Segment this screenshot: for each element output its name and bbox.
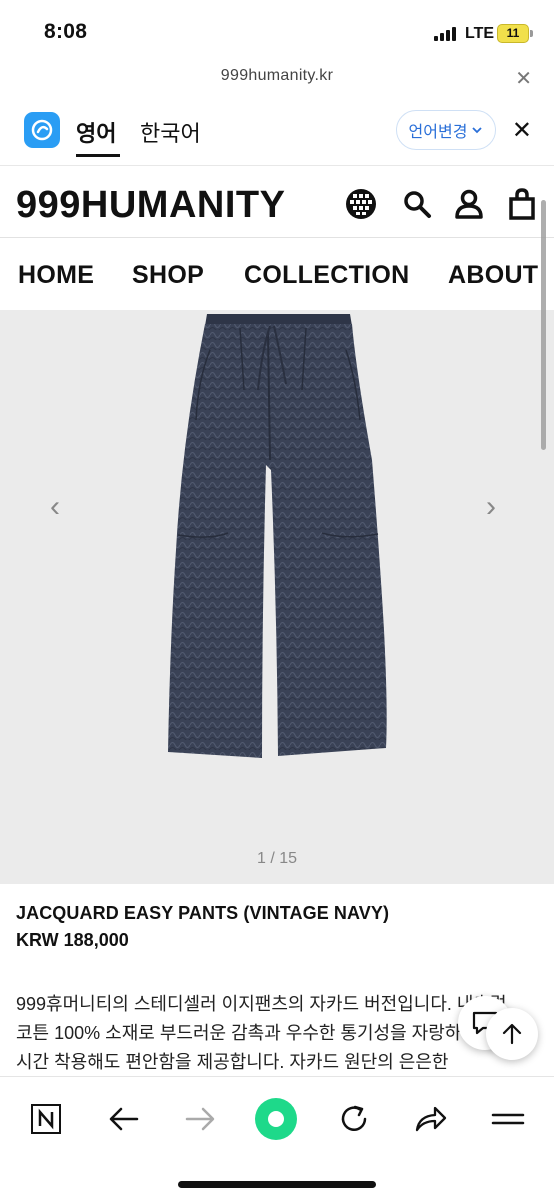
arrow-up-icon <box>502 1023 522 1045</box>
home-dot-icon[interactable] <box>254 1097 298 1141</box>
description-line: 코튼 100% 소재로 부드러운 감촉과 우수한 통기성을 자랑하여 장 <box>16 1023 500 1043</box>
change-language-button[interactable]: 언어변경 <box>396 110 496 150</box>
gallery-counter: 1 / 15 <box>256 850 298 867</box>
description-line: 시간 착용해도 편안함을 제공합니다. 자카드 원단의 은은한 <box>16 1052 449 1072</box>
naver-icon[interactable] <box>24 1097 68 1141</box>
product-name: JACQUARD EASY PANTS (VINTAGE NAVY) <box>16 903 390 923</box>
share-icon[interactable] <box>408 1097 452 1141</box>
site-header: 999HUMANITY <box>0 168 554 238</box>
scroll-top-button[interactable] <box>486 1008 538 1060</box>
globe-icon[interactable] <box>344 187 378 221</box>
nav-about[interactable]: ABOUT <box>448 261 538 290</box>
home-indicator <box>178 1181 376 1188</box>
url-bar[interactable]: 999humanity.kr ✕ <box>0 62 554 96</box>
nav-home[interactable]: HOME <box>18 261 94 290</box>
browser-toolbar <box>0 1076 554 1200</box>
signal-icon <box>434 27 458 41</box>
nav-shop[interactable]: SHOP <box>132 261 204 290</box>
active-tab-underline <box>76 154 120 157</box>
papago-logo-icon <box>24 112 60 148</box>
tab-english[interactable]: 영어 <box>76 116 116 148</box>
nav-collection[interactable]: COLLECTION <box>244 261 410 290</box>
tab-korean[interactable]: 한국어 <box>140 116 201 148</box>
status-time: 8:08 <box>44 20 88 43</box>
gallery-prev-icon[interactable]: ‹ <box>50 490 60 524</box>
translate-bar: 영어 한국어 언어변경 ✕ <box>0 96 554 166</box>
main-nav: HOME SHOP COLLECTION ABOUT <box>0 240 554 310</box>
status-bar: 8:08 LTE 11 <box>0 0 554 62</box>
url-text[interactable]: 999humanity.kr <box>0 67 554 85</box>
product-gallery[interactable]: ‹ › 1 / 15 <box>0 310 554 884</box>
change-language-label: 언어변경 <box>408 124 468 141</box>
product-image <box>168 314 387 758</box>
close-translate-icon[interactable]: ✕ <box>512 116 532 145</box>
reload-icon[interactable] <box>332 1097 376 1141</box>
search-icon[interactable] <box>400 187 434 221</box>
close-icon[interactable]: ✕ <box>515 66 532 91</box>
menu-icon[interactable] <box>486 1097 530 1141</box>
battery-level: 11 <box>506 26 520 40</box>
battery-icon: 11 <box>497 24 533 43</box>
site-logo[interactable]: 999HUMANITY <box>16 184 285 227</box>
bag-icon[interactable] <box>505 187 539 221</box>
chevron-down-icon <box>472 127 483 134</box>
gallery-next-icon[interactable]: › <box>486 490 496 524</box>
page-scrollbar[interactable] <box>541 200 546 450</box>
user-icon[interactable] <box>452 187 486 221</box>
product-price: KRW 188,000 <box>16 930 129 950</box>
back-icon[interactable] <box>102 1097 146 1141</box>
description-line: 999휴머니티의 스테디셀러 이지팬츠의 자카드 버전입니다. 내추럴 <box>16 994 507 1014</box>
forward-icon[interactable] <box>178 1097 222 1141</box>
product-description: 999휴머니티의 스테디셀러 이지팬츠의 자카드 버전입니다. 내추럴 코튼 1… <box>16 990 516 1076</box>
network-label: LTE <box>465 25 495 42</box>
